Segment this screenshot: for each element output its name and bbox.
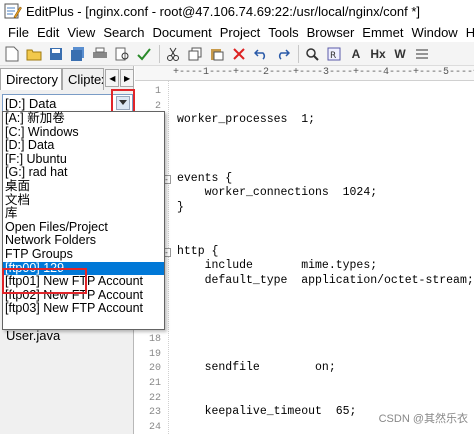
line-number: 1 (154, 86, 161, 97)
print-icon[interactable] (90, 44, 110, 64)
code-line[interactable]: worker_processes 1; (177, 113, 315, 126)
line-number: 24 (148, 421, 161, 433)
save-icon[interactable] (46, 44, 66, 64)
tab-cliptext[interactable]: Cliptex (62, 68, 105, 90)
code-line[interactable]: worker_connections 1024; (177, 186, 378, 199)
spell-check-icon[interactable] (134, 44, 154, 64)
drive-option[interactable]: [C:] Windows (3, 125, 164, 140)
font-size-icon[interactable]: A (346, 44, 366, 64)
menu-document[interactable]: Document (153, 25, 212, 40)
editor[interactable]: +----1----+----2----+----3----+----4----… (135, 66, 474, 434)
list-icon[interactable] (412, 44, 432, 64)
line-number: 21 (148, 378, 161, 389)
drive-select-value: [D:] Data (5, 95, 57, 111)
drive-option[interactable]: Open Files/Project (3, 220, 164, 235)
drive-dropdown-list[interactable]: [A:] 新加卷 [C:] Windows [D:] Data [F:] Ubuntu… (2, 111, 165, 330)
find-icon[interactable] (302, 44, 322, 64)
drive-option[interactable]: [F:] Ubuntu (3, 152, 164, 167)
tab-directory[interactable]: Directory (0, 68, 63, 90)
menu-edit[interactable]: Edit (37, 25, 59, 40)
line-number: 2 (154, 100, 161, 112)
cut-icon[interactable] (163, 44, 183, 64)
undo-icon[interactable] (251, 44, 271, 64)
new-icon[interactable] (2, 44, 22, 64)
line-number: 20 (148, 363, 161, 375)
drive-option[interactable]: 文档 (3, 193, 164, 208)
line-number: 19 (148, 348, 161, 360)
menu-window[interactable]: Window (411, 25, 457, 40)
editplus-app-icon (4, 3, 22, 19)
svg-text:R: R (330, 51, 336, 61)
watermark: CSDN @其然乐衣 (378, 413, 468, 425)
code-line[interactable]: http { (177, 245, 218, 258)
line-number: 23 (148, 407, 161, 419)
toolbar: R A Hx W (0, 42, 474, 66)
redo-icon[interactable] (273, 44, 293, 64)
code-line[interactable]: events { (177, 172, 232, 185)
file-list-item[interactable]: User.java (6, 328, 60, 343)
delete-icon[interactable] (229, 44, 249, 64)
drive-option[interactable]: [G:] rad hat (3, 166, 164, 180)
drive-option[interactable]: [A:] 新加卷 (3, 111, 164, 126)
menu-help[interactable]: Help (466, 25, 474, 40)
drive-option[interactable]: Network Folders (3, 234, 164, 248)
tab-scroll-right-icon[interactable]: ▶ (120, 69, 135, 87)
toolbar-separator (298, 44, 299, 63)
menu-file[interactable]: File (8, 25, 29, 40)
menu-browser[interactable]: Browser (307, 25, 355, 40)
menu-search[interactable]: Search (103, 25, 144, 40)
column-ruler: +----1----+----2----+----3----+----4----… (135, 66, 474, 81)
paste-icon[interactable] (207, 44, 227, 64)
line-number: 22 (148, 392, 161, 404)
replace-icon[interactable]: R (324, 44, 344, 64)
heading-button[interactable]: Hx (368, 44, 388, 64)
line-number: 18 (148, 334, 161, 346)
ftp-highlight-box (2, 268, 87, 294)
code-line[interactable]: } (177, 201, 184, 214)
code-line[interactable]: sendfile on; (177, 361, 336, 374)
dropdown-highlight-box (111, 89, 135, 113)
print-preview-icon[interactable] (112, 44, 132, 64)
drive-option[interactable]: [ftp03] New FTP Account (3, 302, 164, 316)
drive-option[interactable]: [D:] Data (3, 139, 164, 153)
code-line[interactable]: keepalive_timeout 65; (177, 405, 357, 418)
window-title: EditPlus - [nginx.conf - root@47.106.74.… (26, 3, 421, 19)
menu-project[interactable]: Project (220, 25, 260, 40)
code-line[interactable]: default_type application/octet-stream; (177, 274, 474, 287)
menu-tools[interactable]: Tools (268, 25, 298, 40)
menu-bar: File Edit View Search Document Project T… (0, 22, 474, 42)
title-bar: EditPlus - [nginx.conf - root@47.106.74.… (0, 0, 474, 22)
toolbar-separator (159, 44, 160, 63)
panel-tabs: Directory Cliptex ◀ ▶ (0, 66, 135, 90)
save-all-icon[interactable] (68, 44, 88, 64)
menu-view[interactable]: View (67, 25, 95, 40)
copy-icon[interactable] (185, 44, 205, 64)
tab-scroll-left-icon[interactable]: ◀ (105, 69, 120, 87)
drive-option[interactable]: FTP Groups (3, 247, 164, 262)
drive-option[interactable]: 桌面 (3, 179, 164, 194)
word-wrap-icon[interactable]: W (390, 44, 410, 64)
code-line[interactable]: include mime.types; (177, 259, 378, 272)
menu-emmet[interactable]: Emmet (362, 25, 403, 40)
open-icon[interactable] (24, 44, 44, 64)
drive-option[interactable]: 库 (3, 207, 164, 221)
